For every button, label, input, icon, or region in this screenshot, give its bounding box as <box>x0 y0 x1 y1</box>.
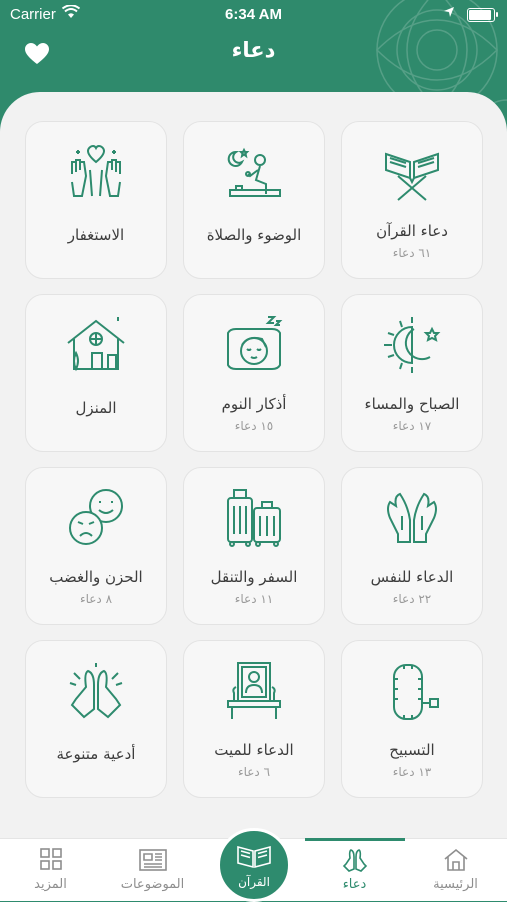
card-count: ٨ دعاء <box>79 592 113 606</box>
card-title: دعاء القرآن <box>376 222 448 240</box>
card-sadness-anger[interactable]: الحزن والغضب ٨ دعاء <box>25 467 167 625</box>
card-title: أدعية متنوعة <box>56 745 136 763</box>
card-wudu-prayer[interactable]: الوضوء والصلاة <box>183 121 325 279</box>
card-count: ٢٢ دعاء <box>392 592 432 606</box>
newspaper-icon <box>138 849 167 871</box>
card-title: السفر والتنقل <box>210 568 298 586</box>
card-quran-dua[interactable]: دعاء القرآن ٦١ دعاء <box>341 121 483 279</box>
praying-hands-tab-icon <box>342 849 367 872</box>
card-count: ١٥ دعاء <box>234 419 274 433</box>
dua-hands-icon <box>387 492 437 543</box>
tab-quran-label: القرآن <box>238 875 270 889</box>
card-title: الاستغفار <box>67 226 125 244</box>
tab-topics-label: الموضوعات <box>120 877 185 892</box>
battery-icon <box>467 8 498 22</box>
tab-home[interactable]: الرئيسية <box>405 839 506 901</box>
house-icon <box>67 317 125 372</box>
card-title: الحزن والغضب <box>49 568 143 586</box>
tab-home-label: الرئيسية <box>433 877 478 892</box>
card-count: ١١ دعاء <box>234 592 274 606</box>
tab-topics[interactable]: الموضوعات <box>102 839 203 901</box>
tab-more[interactable]: المزيد <box>0 839 101 901</box>
prayer-wudu-icon <box>227 147 281 197</box>
card-title: الدعاء للميت <box>214 741 294 759</box>
home-icon <box>443 848 468 871</box>
status-bar: Carrier 6:34 AM <box>0 0 507 30</box>
card-count: ١٧ دعاء <box>392 419 432 433</box>
card-istighfar[interactable]: الاستغفار <box>25 121 167 279</box>
sad-happy-faces-icon <box>69 489 123 545</box>
status-time: 6:34 AM <box>225 6 282 23</box>
card-title: التسبيح <box>389 741 435 759</box>
quran-book-icon <box>237 845 271 869</box>
location-arrow-icon <box>444 7 454 17</box>
raised-hands-heart-icon <box>71 144 121 197</box>
praying-hands-icon <box>69 663 123 719</box>
tab-more-label: المزيد <box>34 877 67 892</box>
card-dua-self[interactable]: الدعاء للنفس ٢٢ دعاء <box>341 467 483 625</box>
card-count: ٦١ دعاء <box>392 246 432 260</box>
card-dua-deceased[interactable]: الدعاء للميت ٦ دعاء <box>183 640 325 798</box>
card-home[interactable]: المنزل <box>25 294 167 452</box>
memorial-portrait-icon <box>227 662 281 719</box>
card-morning-evening[interactable]: الصباح والمساء ١٧ دعاء <box>341 294 483 452</box>
tab-quran-button[interactable]: القرآن <box>217 828 291 902</box>
card-title: أذكار النوم <box>221 395 287 413</box>
card-title: الصباح والمساء <box>364 395 460 413</box>
card-count: ٦ دعاء <box>237 765 271 779</box>
page-title: دعاء <box>231 38 276 62</box>
prayer-beads-icon <box>393 664 439 720</box>
card-misc-duas[interactable]: أدعية متنوعة <box>25 640 167 798</box>
active-tab-indicator <box>305 838 405 841</box>
sun-moon-icon <box>384 317 441 373</box>
card-title: الدعاء للنفس <box>370 568 454 586</box>
tab-dua-label: دعاء <box>342 877 367 892</box>
grid-icon <box>39 848 62 870</box>
card-tasbih[interactable]: التسبيح ١٣ دعاء <box>341 640 483 798</box>
card-count: ١٣ دعاء <box>392 765 432 779</box>
card-sleep-adhkar[interactable]: أذكار النوم ١٥ دعاء <box>183 294 325 452</box>
tab-dua[interactable]: دعاء <box>304 839 405 901</box>
card-travel[interactable]: السفر والتنقل ١١ دعاء <box>183 467 325 625</box>
card-title: الوضوء والصلاة <box>206 226 302 244</box>
quran-stand-icon <box>385 152 439 201</box>
luggage-icon <box>227 489 281 547</box>
card-title: المنزل <box>75 399 117 417</box>
sleeping-face-icon <box>227 316 283 370</box>
